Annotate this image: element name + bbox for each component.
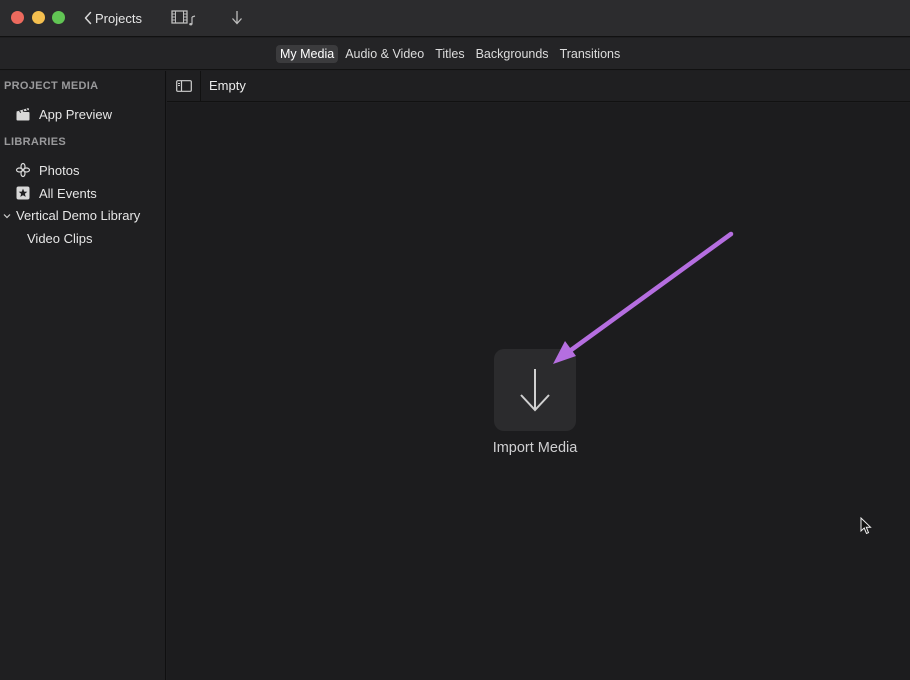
mouse-cursor-icon — [860, 516, 872, 540]
sidebar-item-vertical-demo-library[interactable]: Vertical Demo Library — [3, 208, 140, 223]
sidebar-item-photos[interactable]: Photos — [15, 162, 79, 178]
back-button-label: Projects — [95, 10, 142, 26]
media-tab-bar: My Media Audio & Video Titles Background… — [0, 38, 910, 70]
minimize-window-button[interactable] — [32, 11, 45, 24]
sidebar-item-video-clips[interactable]: Video Clips — [27, 231, 93, 246]
media-browser-area: Import Media — [167, 103, 910, 680]
maximize-window-button[interactable] — [52, 11, 65, 24]
tab-my-media[interactable]: My Media — [276, 45, 339, 63]
sidebar-item-label: Photos — [39, 162, 80, 178]
title-bar: Projects — [0, 0, 910, 37]
sidebar-item-label: Video Clips — [27, 231, 93, 246]
library-sidebar: PROJECT MEDIA App Preview LIBRARIES Phot… — [0, 71, 166, 680]
clapperboard-icon — [15, 106, 31, 122]
sidebar-item-label: All Events — [39, 185, 97, 201]
tab-backgrounds[interactable]: Backgrounds — [472, 45, 553, 63]
chevron-down-icon[interactable] — [3, 212, 11, 220]
sidebar-item-all-events[interactable]: All Events — [15, 185, 97, 201]
sidebar-item-label: App Preview — [39, 106, 112, 122]
sidebar-toggle-button[interactable] — [167, 71, 201, 101]
tab-titles[interactable]: Titles — [431, 45, 468, 63]
close-window-button[interactable] — [11, 11, 24, 24]
sidebar-item-label: Vertical Demo Library — [16, 208, 141, 223]
browser-header: Empty — [167, 71, 910, 102]
sidebar-toggle-icon — [175, 80, 192, 92]
download-arrow-icon[interactable] — [231, 9, 243, 26]
sidebar-item-app-preview[interactable]: App Preview — [15, 106, 112, 122]
star-box-icon — [15, 185, 31, 201]
imovie-window: Projects My Media Audio & Video Titles B… — [0, 0, 910, 680]
tab-transitions[interactable]: Transitions — [556, 45, 625, 63]
annotation-arrow — [553, 231, 734, 364]
project-media-header: PROJECT MEDIA — [4, 80, 99, 92]
tab-audio-video[interactable]: Audio & Video — [341, 45, 428, 63]
film-music-icon[interactable] — [171, 9, 197, 27]
chevron-left-icon — [84, 11, 92, 25]
tab-list: My Media Audio & Video Titles Background… — [276, 45, 624, 63]
back-to-projects-button[interactable]: Projects — [84, 8, 142, 28]
libraries-header: LIBRARIES — [4, 136, 66, 148]
photos-flower-icon — [15, 162, 31, 178]
browser-title: Empty — [209, 78, 246, 93]
